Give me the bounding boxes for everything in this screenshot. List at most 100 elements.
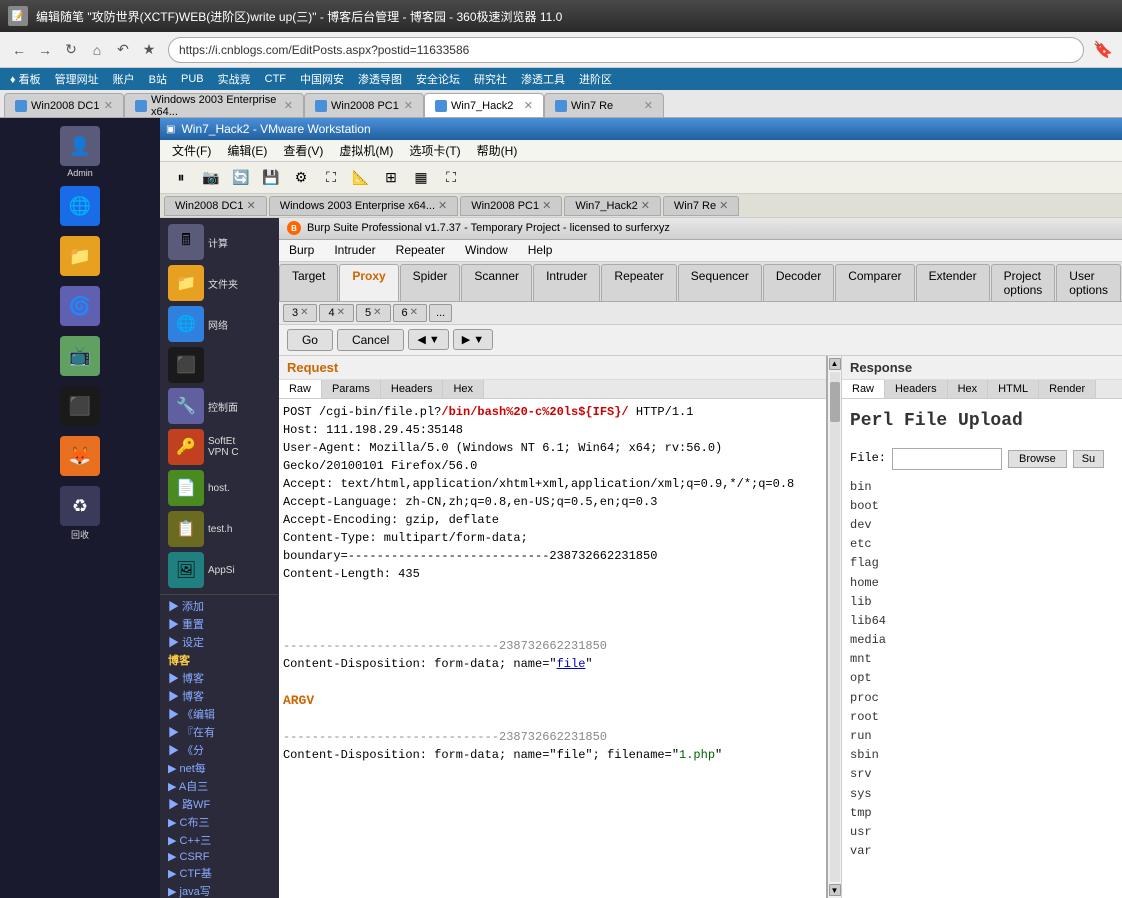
burp-menu-repeater[interactable]: Repeater (386, 239, 455, 261)
sidebar-item-cpp[interactable]: ▶ C++三 (166, 831, 273, 849)
vm-icon-host[interactable]: 📄 host. (164, 468, 275, 508)
refresh-button[interactable]: ↻ (58, 37, 84, 63)
sidebar-item-net[interactable]: ▶ net每 (166, 759, 273, 777)
bookmark-12[interactable]: 渗透工具 (515, 70, 571, 88)
burp-tab-intruder[interactable]: Intruder (533, 264, 600, 301)
browse-button[interactable]: Browse (1008, 450, 1067, 468)
burp-tab-project-options[interactable]: Project options (991, 264, 1056, 301)
browser-tab-win2008dc1[interactable]: Win2008 DC1 ✕ (4, 93, 124, 117)
forward-button[interactable]: → (32, 37, 58, 63)
scroll-up-btn[interactable]: ▲ (829, 358, 841, 370)
home-button[interactable]: ⌂ (84, 37, 110, 63)
response-tab-hex[interactable]: Hex (948, 380, 989, 398)
vm-tab-close-win7re[interactable]: ✕ (719, 199, 728, 212)
vm-tab-win2003[interactable]: Windows 2003 Enterprise x64... ✕ (269, 196, 459, 216)
burp-tab-user-options[interactable]: User options (1056, 264, 1121, 301)
vm-icon-folder2[interactable]: 📁 文件夹 (164, 263, 275, 303)
vm-menu-help[interactable]: 帮助(H) (469, 140, 526, 162)
scroll-down-btn[interactable]: ▼ (829, 884, 841, 896)
bookmark-10[interactable]: 安全论坛 (410, 70, 466, 88)
vm-tb-fullscreen[interactable]: ⛶ (318, 165, 344, 191)
request-tab-raw[interactable]: Raw (279, 380, 322, 398)
burp-tab-extender[interactable]: Extender (916, 264, 990, 301)
response-tab-html[interactable]: HTML (988, 380, 1039, 398)
bookmark-6[interactable]: 实战竞 (212, 70, 257, 88)
vm-menu-vm[interactable]: 虚拟机(M) (331, 140, 401, 162)
bookmark-5[interactable]: PUB (175, 70, 210, 88)
burp-menu-burp[interactable]: Burp (279, 239, 324, 261)
nav-prev-btn[interactable]: ◀ ▼ (408, 329, 448, 350)
burp-tab-target[interactable]: Target (279, 264, 338, 301)
bookmark-8[interactable]: 中国网安 (294, 70, 350, 88)
burp-subtab-6[interactable]: 6 ✕ (393, 304, 428, 322)
sidebar-item-add[interactable]: ▶ 添加 (166, 597, 273, 615)
vm-tab-close-win2008dc1[interactable]: ✕ (246, 199, 255, 212)
response-content-area[interactable]: Perl File Upload File: Browse Su bin boo (842, 399, 1122, 898)
request-tab-headers[interactable]: Headers (381, 380, 444, 398)
vm-menu-edit[interactable]: 编辑(E) (219, 140, 275, 162)
browser-tab-win7hack2[interactable]: Win7_Hack2 ✕ (424, 93, 544, 117)
tab-close-win7hack2[interactable]: ✕ (524, 99, 533, 112)
sidebar-item-blog3[interactable]: ▶ 博客 (166, 687, 273, 705)
vm-tab-win7re[interactable]: Win7 Re ✕ (663, 196, 739, 216)
vm-tb-expand[interactable]: ⛶ (438, 165, 464, 191)
response-tab-raw[interactable]: Raw (842, 380, 885, 398)
request-content-area[interactable]: POST /cgi-bin/file.pl?/bin/bash%20-c%20l… (279, 399, 826, 898)
burp-tab-spider[interactable]: Spider (400, 264, 461, 301)
address-bar[interactable] (168, 37, 1084, 63)
burp-tab-sequencer[interactable]: Sequencer (678, 264, 762, 301)
response-tab-render[interactable]: Render (1039, 380, 1096, 398)
burp-subtab-4[interactable]: 4 ✕ (319, 304, 354, 322)
sidebar-item-java[interactable]: ▶ java写 (166, 882, 273, 898)
sidebar-item-edit[interactable]: ▶ 《编辑 (166, 705, 273, 723)
sidebar-item-fen[interactable]: ▶ 《分 (166, 741, 273, 759)
vm-tb-console[interactable]: ▦ (408, 165, 434, 191)
vm-tb-settings[interactable]: ⚙ (288, 165, 314, 191)
burp-menu-intruder[interactable]: Intruder (324, 239, 385, 261)
desktop-icon-folder[interactable]: 📁 (4, 232, 156, 282)
desktop-icon-tv[interactable]: 📺 (4, 332, 156, 382)
vm-tb-unity[interactable]: 📐 (348, 165, 374, 191)
desktop-icon-media[interactable]: 🌀 (4, 282, 156, 332)
vm-tab-win7hack2[interactable]: Win7_Hack2 ✕ (564, 196, 661, 216)
vm-icon-control[interactable]: 🔧 控制面 (164, 386, 275, 426)
vm-icon-test[interactable]: 📋 test.h (164, 509, 275, 549)
burp-tab-repeater[interactable]: Repeater (601, 264, 676, 301)
vm-menu-tabs[interactable]: 选项卡(T) (401, 140, 468, 162)
burp-subtab-4-close[interactable]: ✕ (337, 307, 345, 318)
burp-subtab-5-close[interactable]: ✕ (373, 307, 381, 318)
bookmark-3[interactable]: 账户 (107, 70, 141, 88)
vm-icon-calculator[interactable]: 🖩 计算 (164, 222, 275, 262)
sidebar-item-ctf[interactable]: ▶ CTF基 (166, 864, 273, 882)
burp-menu-window[interactable]: Window (455, 239, 518, 261)
vm-tb-more[interactable]: ⊞ (378, 165, 404, 191)
desktop-icon-recycle[interactable]: ♻ 回收 (4, 482, 156, 545)
desktop-icon-firefox[interactable]: 🦊 (4, 432, 156, 482)
vm-tb-restore[interactable]: 🔄 (228, 165, 254, 191)
tab-close-win2003[interactable]: ✕ (284, 99, 293, 112)
bookmark-1[interactable]: ♦ 看板 (4, 70, 47, 88)
vm-icon-softetk[interactable]: 🔑 SoftEtVPN C (164, 427, 275, 467)
sidebar-item-csrf[interactable]: ▶ CSRF (166, 849, 273, 864)
sidebar-item-wf[interactable]: ▶ 路WF (166, 795, 273, 813)
sidebar-item-set[interactable]: ▶ 设定 (166, 633, 273, 651)
vm-tb-snap[interactable]: 📷 (198, 165, 224, 191)
vm-tb-pause[interactable]: ⏸ (168, 165, 194, 191)
burp-subtab-more[interactable]: ... (429, 304, 452, 322)
vm-tab-win2008pc1[interactable]: Win2008 PC1 ✕ (460, 196, 562, 216)
desktop-icon-cmd[interactable]: ⬛ (4, 382, 156, 432)
vm-tab-close-win2008pc1[interactable]: ✕ (542, 199, 551, 212)
vm-icon-cmd2[interactable]: ⬛ (164, 345, 275, 385)
tab-close-win2008dc1[interactable]: ✕ (104, 99, 113, 112)
request-tab-params[interactable]: Params (322, 380, 381, 398)
sidebar-item-blog1[interactable]: 博客 (166, 651, 273, 669)
vm-icon-appsi[interactable]: 🖼 AppSi (164, 550, 275, 590)
request-tab-hex[interactable]: Hex (443, 380, 484, 398)
browser-tab-win2003[interactable]: Windows 2003 Enterprise x64... ✕ (124, 93, 304, 117)
file-input[interactable] (892, 448, 1002, 470)
vm-menu-file[interactable]: 文件(F) (164, 140, 219, 162)
tab-close-win2008pc1[interactable]: ✕ (404, 99, 413, 112)
bookmark-11[interactable]: 研究社 (468, 70, 513, 88)
vm-tab-close-win2003[interactable]: ✕ (438, 199, 447, 212)
sidebar-item-a[interactable]: ▶ A自三 (166, 777, 273, 795)
